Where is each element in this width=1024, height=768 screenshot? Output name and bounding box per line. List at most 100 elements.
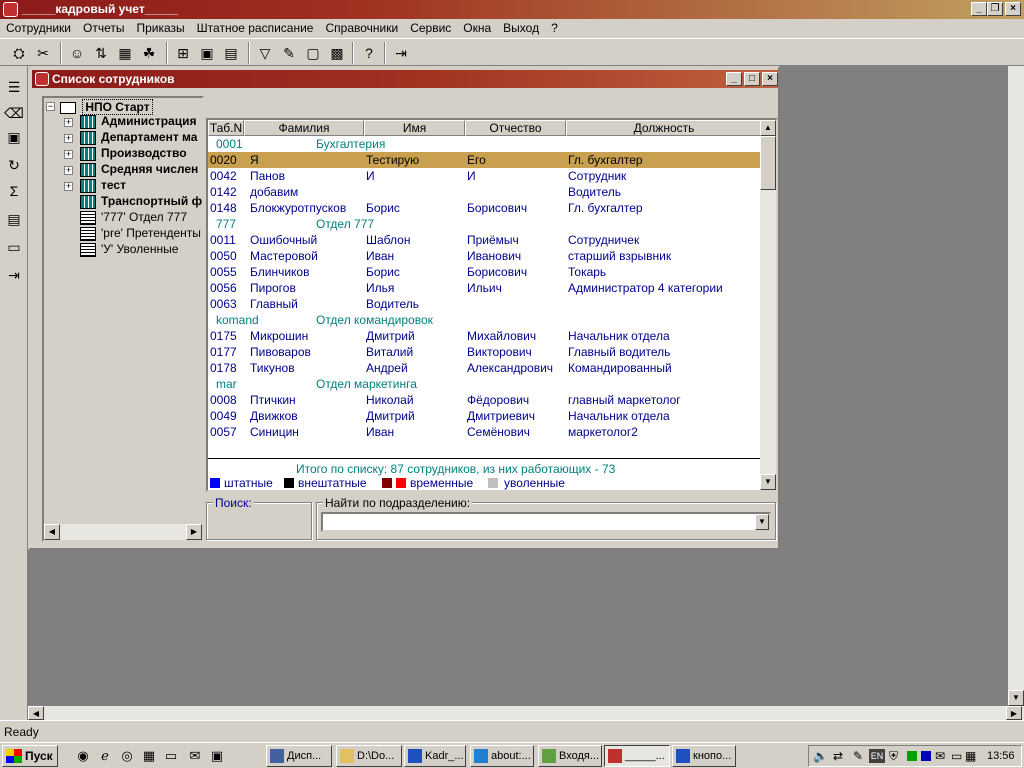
tree-expand-toggle[interactable]: + [64,182,73,191]
mdi-vscrollbar[interactable]: ▼ [1008,66,1024,706]
tree-expand-toggle[interactable]: + [64,150,73,159]
task-button[interactable]: Kadr_... [404,745,466,767]
calendar-icon[interactable]: ▦ [140,747,158,765]
scroll-down-button[interactable]: ▼ [760,474,776,490]
table-row[interactable]: 0055 Блинчиков Борис Борисович Токарь [208,264,762,280]
table-row[interactable]: 0050 Мастеровой Иван Иванович старший взрывн… [208,248,762,264]
grid-icon[interactable]: ▩ [326,42,348,64]
tree-item[interactable]: '777' Отдел 777 [101,210,187,224]
menu-staffing[interactable]: Штатное расписание [191,19,320,37]
window-icon[interactable] [35,72,49,86]
card-icon[interactable]: ▣ [3,126,25,148]
browser-icon[interactable]: ◉ [74,747,92,765]
monitor-icon[interactable]: ▭ [951,749,962,763]
employee-grid[interactable]: Таб.N Фамилия Имя Отчество Должность 000… [206,118,778,492]
table-row[interactable]: 0175 Микрошин Дмитрий Михайлович Начальник о… [208,328,762,344]
table-icon[interactable]: ▤ [220,42,242,64]
department-tree[interactable]: − НПО Старт + Администрация + Департамен… [42,96,204,542]
dept-search-combo[interactable]: ▼ [321,512,771,532]
outlook-icon[interactable]: ◎ [118,747,136,765]
table-row[interactable]: 0177 Пивоваров Виталий Викторович Главный во… [208,344,762,360]
report-icon[interactable]: ▣ [196,42,218,64]
sum-icon[interactable]: Σ [3,180,25,202]
table-row[interactable]: 0008 Птичкин Николай Фёдорович главный марке… [208,392,762,408]
folder-icon[interactable]: ▭ [3,236,25,258]
group-row[interactable]: 777 Отдел 777 [208,216,762,232]
menu-orders[interactable]: Приказы [130,19,190,37]
menu-service[interactable]: Сервис [404,19,457,37]
scroll-up-button[interactable]: ▲ [760,120,776,136]
tree-expand-toggle[interactable]: + [64,166,73,175]
table-row[interactable]: 0011 Ошибочный Шаблон Приёмыч Сотрудничек [208,232,762,248]
tree-root[interactable]: НПО Старт [60,99,153,115]
task-button[interactable]: about:... [470,745,534,767]
group-row[interactable]: mar Отдел маркетинга [208,376,762,392]
scroll-right-button[interactable]: ▶ [1006,706,1022,720]
tree-item[interactable]: Транспортный ф [101,194,202,208]
logout-icon[interactable]: ⇥ [3,264,25,286]
table-row[interactable]: 0057 Синицин Иван Семёнович маркетолог2 [208,424,762,440]
tree-item[interactable]: Администрация [101,114,196,128]
close-button[interactable]: × [1005,2,1021,16]
table-row[interactable]: 0042 Панов И И Сотрудник [208,168,762,184]
ie-icon[interactable]: ℯ [96,747,114,765]
filter-icon[interactable]: ▽ [254,42,276,64]
menu-windows[interactable]: Окна [457,19,497,37]
employee-icon[interactable]: ☺ [66,42,88,64]
menu-employees[interactable]: Сотрудники [0,19,77,37]
tree-item[interactable]: тест [101,178,126,192]
restore-button[interactable]: ❐ [987,2,1003,16]
minimize-button[interactable]: _ [971,2,987,16]
col-tabnum[interactable]: Таб.N [208,120,244,136]
refresh-icon[interactable]: ↻ [3,154,25,176]
calendar-icon[interactable]: ▦ [114,42,136,64]
table-row[interactable]: 0063 Главный Водитель [208,296,762,312]
task-button-active[interactable]: _____... [604,745,670,767]
eraser-icon[interactable]: ⌫ [3,102,25,124]
tree-collapse-toggle[interactable]: − [46,102,55,111]
tree-item[interactable]: 'У' Уволенные [101,242,178,256]
tree-item[interactable]: Средняя числен [101,162,198,176]
status-green-icon[interactable] [907,751,917,761]
tool-icon[interactable]: ✎ [853,749,863,763]
status-blue-icon[interactable] [921,751,931,761]
clock[interactable]: 13:56 [987,750,1015,762]
menu-reports[interactable]: Отчеты [77,19,130,37]
task-button[interactable]: D:\Do... [336,745,402,767]
scroll-down-button[interactable]: ▼ [1008,690,1024,706]
vacation-icon[interactable]: ☘ [138,42,160,64]
table-row[interactable]: 0148 Блокжуротпусков Борис Борисович Гл. бух… [208,200,762,216]
tools-icon[interactable]: ✂ [32,42,54,64]
tree-item[interactable]: 'pre' Претенденты [101,226,201,240]
tree-expand-toggle[interactable]: + [64,118,73,127]
task-button[interactable]: Входя... [538,745,602,767]
grid-vscrollbar[interactable]: ▲ ▼ [760,120,776,490]
mdi-hscrollbar[interactable]: ◀ ▶ [28,706,1024,720]
task-button[interactable]: Дисп... [266,745,332,767]
table-row[interactable]: 0056 Пирогов Илья Ильич Администратор 4 кате… [208,280,762,296]
child-maximize-button[interactable]: □ [744,72,760,86]
scroll-left-button[interactable]: ◀ [28,706,44,720]
scroll-thumb[interactable] [760,136,776,190]
task-button[interactable]: кнопо... [672,745,736,767]
mail-icon[interactable]: ✉ [186,747,204,765]
language-indicator[interactable]: EN [869,749,885,763]
edit-icon[interactable]: ✎ [278,42,300,64]
col-position[interactable]: Должность [566,120,762,136]
help-icon[interactable]: ? [358,42,380,64]
transfer-icon[interactable]: ⇅ [90,42,112,64]
clock-app-icon[interactable]: ▦ [965,749,976,763]
child-minimize-button[interactable]: _ [726,72,742,86]
group-row[interactable]: 0001 Бухгалтерия [208,136,762,152]
menu-help[interactable]: ? [545,19,564,37]
mail-check-icon[interactable]: ✉ [935,749,945,763]
exit-icon[interactable]: ⇥ [390,42,412,64]
start-button[interactable]: Пуск [2,745,58,767]
menu-references[interactable]: Справочники [319,19,404,37]
scroll-right-button[interactable]: ▶ [186,524,202,540]
table-row[interactable]: 0049 Движков Дмитрий Дмитриевич Начальник от… [208,408,762,424]
table-row[interactable]: 0142 добавим Водитель [208,184,762,200]
volume-icon[interactable]: 🔈 [813,749,828,763]
antivirus-icon[interactable]: ⛨ [889,749,898,764]
desktop-icon[interactable]: ▭ [162,747,180,765]
